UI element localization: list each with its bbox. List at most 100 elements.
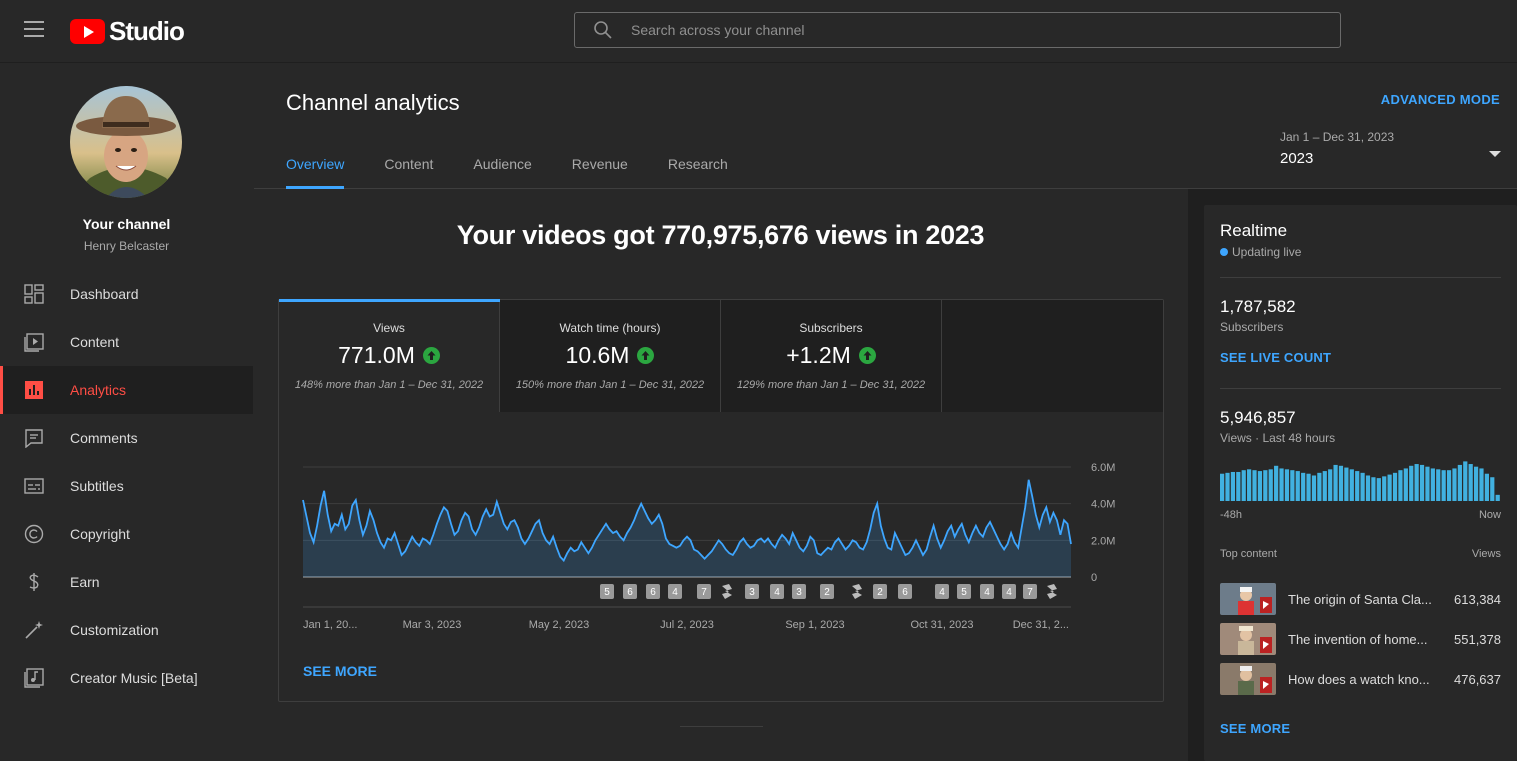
realtime-bar xyxy=(1306,473,1311,501)
video-marker-label: 4 xyxy=(774,587,780,598)
tab-revenue[interactable]: Revenue xyxy=(572,156,628,189)
video-marker-label: 5 xyxy=(961,587,967,598)
video-marker-label: 4 xyxy=(984,587,990,598)
realtime-see-more-button[interactable]: SEE MORE xyxy=(1220,721,1290,736)
video-marker-label: 2 xyxy=(877,587,883,598)
metric-value-row: +1.2M xyxy=(721,342,941,369)
live-dot-icon xyxy=(1220,248,1228,256)
realtime-bar xyxy=(1322,471,1327,501)
channel-title: Your channel xyxy=(82,216,171,232)
top-content-views: 613,384 xyxy=(1454,591,1501,607)
analytics-header: Channel analytics ADVANCED MODE Overview… xyxy=(254,64,1517,189)
video-marker-label: 6 xyxy=(650,587,656,598)
realtime-axis-start: -48h xyxy=(1220,509,1243,521)
video-thumbnail xyxy=(1220,583,1276,615)
sidebar-item-customization[interactable]: Customization xyxy=(0,606,253,654)
realtime-subscribers-value: 1,787,582 xyxy=(1220,297,1296,316)
video-marker-label: 3 xyxy=(796,587,802,598)
realtime-bar xyxy=(1425,466,1430,501)
overview-card: Views 771.0M 148% more than Jan 1 – Dec … xyxy=(278,299,1164,702)
sidebar-item-label: Copyright xyxy=(70,526,130,542)
realtime-bar xyxy=(1441,470,1446,501)
advanced-mode-button[interactable]: ADVANCED MODE xyxy=(1381,92,1500,107)
video-marker-label: 3 xyxy=(749,587,755,598)
sidebar-item-copyright[interactable]: Copyright xyxy=(0,510,253,558)
realtime-bar xyxy=(1344,467,1349,501)
realtime-bar xyxy=(1252,470,1257,501)
realtime-bar xyxy=(1355,471,1360,501)
realtime-bar xyxy=(1419,464,1425,501)
realtime-bar xyxy=(1371,477,1376,501)
realtime-bar xyxy=(1463,461,1468,501)
realtime-bar xyxy=(1333,464,1338,501)
x-tick-label: Sep 1, 2023 xyxy=(785,619,844,631)
top-content-item[interactable]: The invention of home... 551,378 xyxy=(1220,623,1501,655)
sidebar-item-creator-music[interactable]: Creator Music [Beta] xyxy=(0,654,253,702)
shorts-marker-icon xyxy=(722,584,732,599)
studio-logo[interactable]: Studio xyxy=(70,16,185,47)
search-bar[interactable] xyxy=(574,12,1341,48)
realtime-bar xyxy=(1317,472,1322,501)
dashboard-icon xyxy=(24,284,44,304)
sidebar-item-label: Analytics xyxy=(70,382,127,398)
top-content-title: The origin of Santa Cla... xyxy=(1288,591,1432,607)
sidebar-item-subtitles[interactable]: Subtitles xyxy=(0,462,253,510)
realtime-bar xyxy=(1290,470,1295,501)
subtitles-icon xyxy=(24,476,44,496)
y-tick-label: 6.0M xyxy=(1091,462,1115,474)
realtime-bar xyxy=(1338,465,1344,501)
metric-comparison: 129% more than Jan 1 – Dec 31, 2022 xyxy=(736,379,926,391)
metric-views[interactable]: Views 771.0M 148% more than Jan 1 – Dec … xyxy=(279,299,500,412)
y-tick-label: 2.0M xyxy=(1091,535,1115,547)
realtime-bar xyxy=(1430,468,1435,501)
video-marker-label: 5 xyxy=(604,587,610,598)
sidebar-item-earn[interactable]: Earn xyxy=(0,558,253,606)
tab-content[interactable]: Content xyxy=(384,156,433,189)
tab-research[interactable]: Research xyxy=(668,156,728,189)
sidebar-nav: Dashboard Content Analytics Comments Sub… xyxy=(0,270,253,702)
sidebar-item-label: Customization xyxy=(70,622,159,638)
metric-comparison: 148% more than Jan 1 – Dec 31, 2022 xyxy=(294,379,484,391)
tab-audience[interactable]: Audience xyxy=(473,156,531,189)
realtime-views-label: Views · Last 48 hours xyxy=(1220,431,1336,445)
realtime-bar xyxy=(1225,472,1230,501)
metric-watch-time[interactable]: Watch time (hours) 10.6M 150% more than … xyxy=(500,300,721,412)
realtime-bar xyxy=(1452,468,1457,501)
see-more-button[interactable]: SEE MORE xyxy=(303,663,377,679)
y-tick-label: 4.0M xyxy=(1091,499,1115,511)
menu-icon[interactable] xyxy=(24,21,44,39)
video-marker-label: 7 xyxy=(1027,587,1033,598)
date-range-picker[interactable]: Jan 1 – Dec 31, 2023 2023 xyxy=(1280,130,1505,176)
sidebar-item-label: Dashboard xyxy=(70,286,139,302)
youtube-logo-icon xyxy=(70,19,105,44)
channel-avatar[interactable] xyxy=(70,86,182,198)
top-content-title: The invention of home... xyxy=(1288,631,1428,647)
realtime-bar xyxy=(1301,472,1306,501)
sidebar-item-dashboard[interactable]: Dashboard xyxy=(0,270,253,318)
comments-icon xyxy=(24,428,44,448)
top-content-item[interactable]: How does a watch kno... 476,637 xyxy=(1220,663,1501,695)
realtime-bar xyxy=(1257,471,1263,501)
realtime-bar xyxy=(1274,465,1279,501)
metric-tabs: Views 771.0M 148% more than Jan 1 – Dec … xyxy=(279,299,1163,412)
views-chart[interactable]: 6.0M 4.0M 2.0M 0 5 6 6 4 7 3 4 3 2 2 6 4 5 4 4 7 Jan 1, 20..… xyxy=(279,413,1163,653)
metric-subscribers[interactable]: Subscribers +1.2M 129% more than Jan 1 –… xyxy=(721,300,942,412)
y-tick-label: 0 xyxy=(1091,572,1097,584)
sidebar-item-comments[interactable]: Comments xyxy=(0,414,253,462)
sidebar-item-content[interactable]: Content xyxy=(0,318,253,366)
see-live-count-button[interactable]: SEE LIVE COUNT xyxy=(1220,350,1331,365)
metric-label: Views xyxy=(373,321,405,335)
top-content-item[interactable]: The origin of Santa Cla... 613,384 xyxy=(1220,583,1501,615)
sidebar-item-label: Comments xyxy=(70,430,138,446)
realtime-views-bar-chart[interactable] xyxy=(1220,457,1501,501)
top-content-label: Top content xyxy=(1220,548,1277,560)
realtime-bar xyxy=(1236,471,1241,501)
analytics-tabs: Overview Content Audience Revenue Resear… xyxy=(286,156,768,189)
realtime-bar xyxy=(1382,476,1387,501)
tab-overview[interactable]: Overview xyxy=(286,156,345,189)
divider xyxy=(1220,388,1501,389)
realtime-bar xyxy=(1263,470,1268,501)
sidebar-item-analytics[interactable]: Analytics xyxy=(0,366,253,414)
search-input[interactable] xyxy=(631,22,1311,38)
top-content-views: 551,378 xyxy=(1454,631,1501,647)
